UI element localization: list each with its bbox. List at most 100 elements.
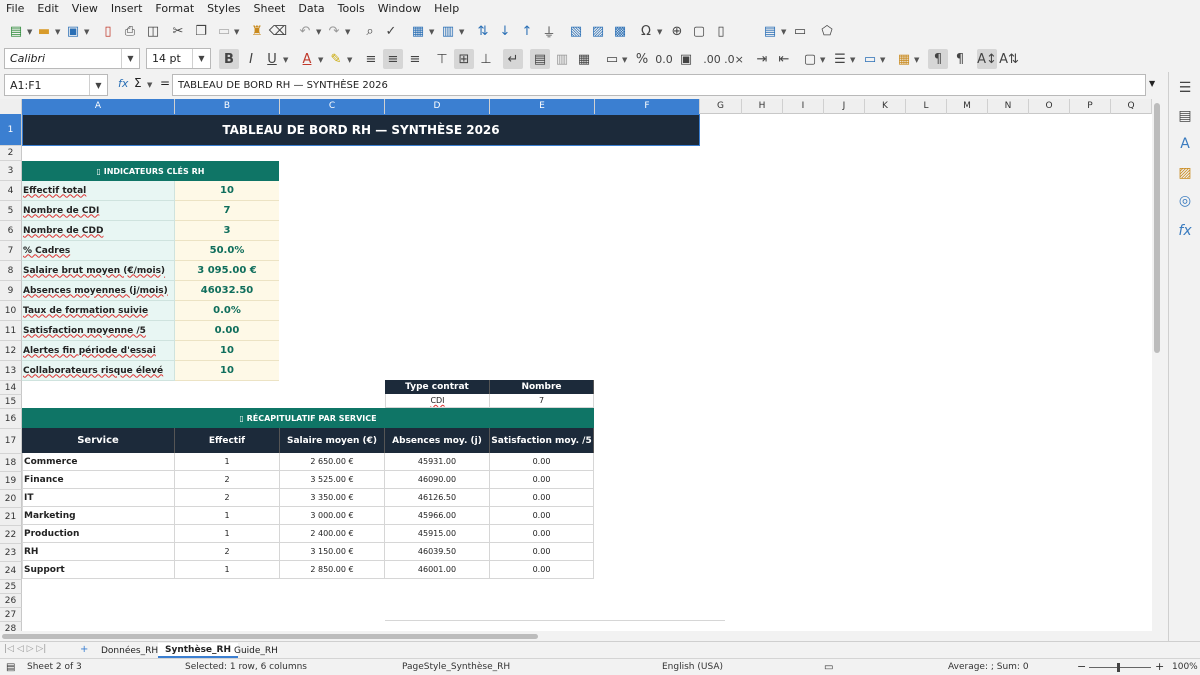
vertical-scrollbar[interactable] [1152,99,1162,632]
recap-cell[interactable]: 3 150.00 € [280,543,385,561]
recap-cell[interactable]: 2 [175,543,280,561]
border-color-icon[interactable]: ▭ [860,49,880,69]
column-header-f[interactable]: F [595,99,700,114]
align-top-icon[interactable]: ⊤ [432,49,452,69]
column-header-m[interactable]: M [947,99,988,114]
row-header-9[interactable]: 9 [0,281,22,301]
open-folder-icon[interactable]: ▬ [34,21,54,41]
ltr-icon[interactable]: ¶ [928,49,948,69]
wrap-text-icon[interactable]: ↵ [503,49,523,69]
tab-donnees-rh[interactable]: Données_RH [94,643,165,658]
row-header-5[interactable]: 5 [0,201,22,221]
recap-cell[interactable]: Support [22,561,175,579]
zoom-out-icon[interactable]: − [1077,660,1086,673]
gallery-icon[interactable]: ▨ [1175,163,1195,183]
kpi-label[interactable]: Nombre de CDD [22,221,175,241]
kpi-label[interactable]: Taux de formation suivie [22,301,175,321]
recap-column-header[interactable]: Salaire moyen (€) [280,428,385,453]
function-wizard-icon[interactable]: fx [118,77,128,90]
comment-icon[interactable]: ▢ [689,21,709,41]
font-name-box[interactable]: Calibri ▼ [4,48,140,69]
tab-nav-arrows-icon[interactable]: |◁ ◁ ▷ ▷| [4,644,46,654]
sort-icon[interactable]: ⇅ [473,21,493,41]
name-box[interactable]: A1:F1 ▼ [4,74,108,96]
scroll-thumb[interactable] [1154,103,1160,353]
recap-cell[interactable]: 46001.00 [385,561,490,579]
insert-chart-icon[interactable]: ▨ [588,21,608,41]
recap-cell[interactable]: 46039.50 [385,543,490,561]
kpi-value[interactable]: 3 095.00 € [175,261,279,281]
insert-image-icon[interactable]: ▧ [566,21,586,41]
row-header-11[interactable]: 11 [0,321,22,341]
zoom-level[interactable]: 100% [1172,662,1198,672]
row-header-4[interactable]: 4 [0,181,22,201]
increase-indent-icon[interactable]: ⇥ [752,49,772,69]
align-right-icon[interactable]: ≡ [405,49,425,69]
add-decimal-icon[interactable]: .00 [702,49,722,69]
kpi-value[interactable]: 10 [175,361,279,381]
row-header-21[interactable]: 21 [0,508,22,526]
chevron-down-icon[interactable]: ▼ [89,75,107,95]
redo-icon[interactable]: ↷ [324,21,344,41]
recap-cell[interactable]: 2 400.00 € [280,525,385,543]
add-sheet-icon[interactable]: + [80,644,88,655]
text-vertical-icon[interactable]: A↕ [977,49,997,69]
row-header-13[interactable]: 13 [0,361,22,381]
recap-cell[interactable]: Marketing [22,507,175,525]
styles-icon[interactable]: A [1175,134,1195,154]
clear-formatting-icon[interactable]: ⌫ [268,21,288,41]
row-header-22[interactable]: 22 [0,526,22,544]
menu-help[interactable]: Help [434,2,459,15]
row-header-25[interactable]: 25 [0,580,22,594]
row-header-26[interactable]: 26 [0,594,22,608]
borders-icon[interactable]: ▢ [800,49,820,69]
select-all-corner[interactable] [0,99,22,114]
paste-icon[interactable]: ▭ [214,21,234,41]
italic-button[interactable]: I [241,49,261,69]
sort-descending-icon[interactable]: ↑ [517,21,537,41]
pivot-table-icon[interactable]: ▩ [610,21,630,41]
row-header-1[interactable]: 1 [0,114,22,146]
selection-mode-icon[interactable]: ▭ [824,662,833,673]
row-header-3[interactable]: 3 [0,161,22,181]
menu-data[interactable]: Data [298,2,324,15]
dashboard-title[interactable]: TABLEAU DE BORD RH — SYNTHÈSE 2026 [22,114,700,146]
row-header-28[interactable]: 28 [0,622,22,631]
column-header-g[interactable]: G [700,99,742,114]
bold-button[interactable]: B [219,49,239,69]
column-header-a[interactable]: A [22,99,175,114]
column-header-p[interactable]: P [1070,99,1111,114]
kpi-value[interactable]: 46032.50 [175,281,279,301]
recap-cell[interactable]: 1 [175,453,280,471]
recap-cell[interactable]: 3 350.00 € [280,489,385,507]
date-format-icon[interactable]: ▣ [676,49,696,69]
export-pdf-icon[interactable]: ▯ [98,21,118,41]
row-header-14[interactable]: 14 [0,381,22,395]
align-bottom-icon[interactable]: ⊥ [476,49,496,69]
formula-input[interactable]: TABLEAU DE BORD RH — SYNTHÈSE 2026 [172,74,1146,96]
decrease-indent-icon[interactable]: ⇤ [774,49,794,69]
horizontal-scrollbar[interactable] [0,632,1162,641]
recap-header[interactable]: ▯ RÉCAPITULATIF PAR SERVICE [22,408,594,428]
menu-sheet[interactable]: Sheet [254,2,286,15]
kpi-label[interactable]: Absences moyennes (j/mois) [22,281,175,301]
menu-styles[interactable]: Styles [207,2,240,15]
column-header-l[interactable]: L [906,99,947,114]
delete-decimal-icon[interactable]: .0× [724,49,744,69]
unmerge-cells-icon[interactable]: ▦ [574,49,594,69]
column-header-b[interactable]: B [175,99,280,114]
font-size-box[interactable]: 14 pt ▼ [146,48,211,69]
merge-center-icon[interactable]: ▤ [530,49,550,69]
spelling-icon[interactable]: ✓ [381,21,401,41]
recap-cell[interactable]: 45966.00 [385,507,490,525]
recap-cell[interactable]: 0.00 [490,453,594,471]
recap-cell[interactable]: 2 [175,489,280,507]
column-header-j[interactable]: J [824,99,865,114]
column-header-i[interactable]: I [783,99,824,114]
percent-format-icon[interactable]: % [632,49,652,69]
kpi-value[interactable]: 3 [175,221,279,241]
row-header-8[interactable]: 8 [0,261,22,281]
recap-cell[interactable]: 46090.00 [385,471,490,489]
menu-format[interactable]: Format [155,2,194,15]
formula-icon[interactable]: = [160,76,170,90]
